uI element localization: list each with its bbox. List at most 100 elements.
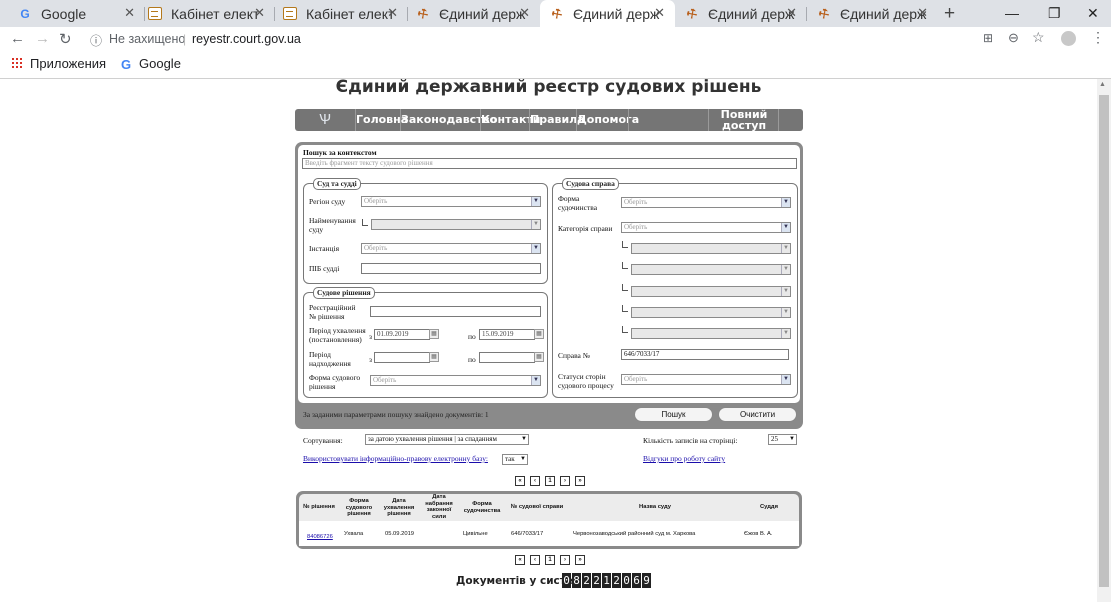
judge-input[interactable]	[361, 263, 541, 274]
pagination-first[interactable]: «	[515, 555, 525, 565]
bookmark-star-icon[interactable]: ☆	[1032, 29, 1045, 46]
browser-tab[interactable]: Кабінет електр ✕	[273, 0, 408, 27]
close-icon[interactable]: ✕	[917, 5, 928, 21]
documents-counter: 082212069	[562, 573, 651, 588]
ils-select[interactable]: так ▼	[502, 454, 528, 465]
region-select[interactable]: Оберіть ▼	[361, 196, 541, 207]
pagination-next[interactable]: ›	[560, 476, 570, 486]
subcategory-select[interactable]: ▼	[631, 307, 791, 318]
decision-form-select[interactable]: Оберіть ▼	[370, 375, 541, 386]
bookmark-apps[interactable]: Приложения	[30, 56, 106, 71]
browser-tab[interactable]: G Google ✕	[8, 0, 145, 27]
calendar-icon[interactable]: ▦	[429, 329, 439, 339]
from-label: з	[369, 332, 372, 341]
new-tab-icon[interactable]: +	[944, 3, 955, 25]
date-to-input[interactable]: 15.09.2019	[479, 329, 535, 340]
date-from-input[interactable]: 01.09.2019	[374, 329, 430, 340]
results-body	[299, 521, 799, 546]
forward-icon[interactable]: →	[35, 30, 50, 47]
close-icon[interactable]: ✕	[254, 5, 265, 21]
receive-to-input[interactable]	[479, 352, 535, 363]
context-search-input[interactable]: Введіть фрагмент тексту судового рішення	[302, 158, 797, 169]
case-no-input[interactable]: 646/7033/17	[621, 349, 789, 360]
browser-tab[interactable]: ⚒ Єдиний держ ✕	[675, 0, 807, 27]
clear-button[interactable]: Очистити	[718, 407, 797, 422]
browser-tab[interactable]: ⚒ Єдиний держ ✕	[406, 0, 540, 27]
decision-group-legend: Судове рішення	[313, 287, 375, 299]
profile-icon[interactable]	[1061, 31, 1076, 46]
counter-digit: 2	[612, 573, 621, 588]
col-header-force-date: Дата набрання законної сили	[420, 494, 458, 520]
search-button[interactable]: Пошук	[634, 407, 713, 422]
back-icon[interactable]: ←	[10, 30, 25, 47]
close-icon[interactable]: ✕	[654, 5, 665, 21]
bookmark-google[interactable]: Google	[139, 56, 181, 71]
pagination-last[interactable]: »	[575, 476, 585, 486]
pagination-current[interactable]: 1	[545, 555, 555, 565]
translate-icon[interactable]: ⊞	[983, 31, 993, 45]
menu-item-legislation[interactable]: Законодавство	[400, 109, 497, 131]
menu-item-help[interactable]: Допомога	[576, 109, 639, 131]
subcategory-select[interactable]: ▼	[631, 328, 791, 339]
result-decision-link[interactable]: 84086726	[307, 534, 333, 540]
scroll-thumb[interactable]	[1099, 95, 1109, 587]
pagination-next[interactable]: ›	[560, 555, 570, 565]
browser-tab[interactable]: Кабінет електр ✕	[138, 0, 275, 27]
instance-select[interactable]: Оберіть ▼	[361, 243, 541, 254]
close-icon[interactable]: ✕	[519, 5, 530, 21]
minimize-icon[interactable]: —	[1005, 5, 1019, 21]
party-status-select[interactable]: Оберіть ▼	[621, 374, 791, 385]
restore-icon[interactable]: ❐	[1048, 5, 1061, 22]
info-icon[interactable]: ⓘ	[90, 32, 102, 49]
judge-label: ПІБ судді	[309, 264, 340, 273]
chevron-down-icon: ▼	[520, 435, 528, 444]
url-field[interactable]: reyestr.court.gov.ua	[192, 32, 301, 46]
window-close-icon[interactable]: ✕	[1087, 5, 1099, 22]
per-page-select[interactable]: 25 ▼	[768, 434, 797, 445]
case-no-label: Справа №	[558, 351, 590, 360]
subcategory-select[interactable]: ▼	[631, 286, 791, 297]
tab-title: Єдиний держ	[573, 5, 660, 22]
sort-label: Сортування:	[303, 436, 343, 445]
pagination-last[interactable]: »	[575, 555, 585, 565]
pagination-prev[interactable]: ‹	[530, 555, 540, 565]
calendar-icon[interactable]: ▦	[534, 329, 544, 339]
feedback-link[interactable]: Відгуки про роботу сайту	[643, 454, 725, 463]
chevron-down-icon: ▼	[781, 329, 790, 338]
close-icon[interactable]: ✕	[387, 5, 398, 21]
reload-icon[interactable]: ↻	[59, 30, 72, 48]
period-adopt-label: Період ухвалення	[309, 326, 366, 335]
security-label[interactable]: Не захищено	[109, 32, 185, 46]
calendar-icon[interactable]: ▦	[534, 352, 544, 362]
subcategory-select[interactable]: ▼	[631, 264, 791, 275]
menu-item-full-access[interactable]: Повний доступ	[708, 109, 779, 131]
col-header-line: рішення	[387, 511, 411, 517]
scroll-up-icon[interactable]: ▲	[1099, 81, 1106, 88]
subcategory-select[interactable]: ▼	[631, 243, 791, 254]
calendar-icon[interactable]: ▦	[429, 352, 439, 362]
close-icon[interactable]: ✕	[124, 5, 135, 21]
menu-item-home[interactable]: Головна	[355, 109, 408, 131]
category-select[interactable]: Оберіть ▼	[621, 222, 791, 233]
close-icon[interactable]: ✕	[786, 5, 797, 21]
proc-form-select[interactable]: Оберіть ▼	[621, 197, 791, 208]
court-name-select[interactable]: ▼	[371, 219, 541, 230]
pagination-prev[interactable]: ‹	[530, 476, 540, 486]
sort-select[interactable]: за датою ухвалення рішення | за спадання…	[365, 434, 529, 445]
indent-marker	[622, 262, 628, 269]
receive-from-input[interactable]	[374, 352, 430, 363]
menu-item-contacts[interactable]: Контакти	[480, 109, 541, 131]
from-label: з	[369, 355, 372, 364]
reg-no-input[interactable]	[370, 306, 541, 317]
decision-form-label: Форма судового	[309, 373, 361, 382]
pagination-current[interactable]: 1	[545, 476, 555, 486]
ils-link[interactable]: Використовувати інформаційно-правову еле…	[303, 454, 488, 463]
browser-tab-active[interactable]: ⚒ Єдиний держ ✕	[540, 0, 675, 27]
pagination-first[interactable]: «	[515, 476, 525, 486]
zoom-icon[interactable]: ⊖	[1008, 30, 1019, 46]
chevron-down-icon: ▼	[531, 197, 540, 206]
browser-tab[interactable]: ⚒ Єдиний держ ✕	[807, 0, 938, 27]
menu-icon[interactable]: ⋮	[1091, 29, 1105, 46]
court-name-label: суду	[309, 225, 324, 234]
menu-item-rules[interactable]: Правила	[529, 109, 585, 131]
